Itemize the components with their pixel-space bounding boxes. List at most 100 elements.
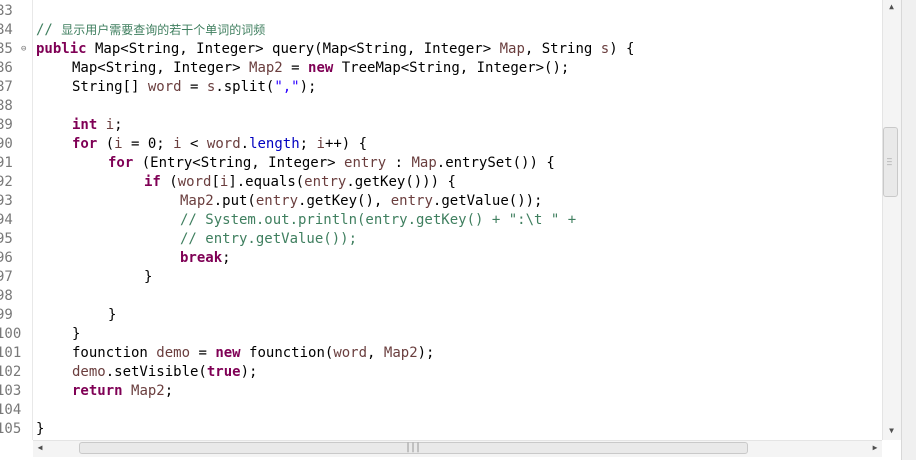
- code-token: }: [36, 421, 45, 437]
- code-token: //: [36, 22, 62, 38]
- code-line: if (word[i].equals(entry.getKey())) {: [144, 173, 456, 192]
- code-line: for (i = 0; i < word.length; i++) {: [72, 135, 367, 154]
- code-token: word: [206, 136, 241, 152]
- code-token: Map2: [180, 193, 214, 209]
- code-token: Map<String, Integer> query(Map<String, I…: [86, 41, 500, 57]
- scroll-down-arrow-icon[interactable]: ▼: [884, 424, 899, 438]
- line-number: 104: [0, 402, 22, 418]
- code-token: Map<String, Integer>: [72, 60, 250, 76]
- gutter-divider: [32, 0, 33, 440]
- code-token: }: [72, 326, 81, 342]
- code-token: ;: [164, 383, 174, 399]
- code-text-area[interactable]: // 显示用户需要查询的若干个单词的词频 public Map<String, I…: [36, 0, 882, 440]
- code-token: String[]: [72, 79, 148, 95]
- code-token: );: [417, 345, 435, 361]
- code-token: , String: [524, 41, 601, 57]
- vertical-scrollbar-track[interactable]: [882, 0, 901, 440]
- fold-collapse-icon[interactable]: ⊖: [21, 40, 28, 59]
- code-token: for: [72, 136, 98, 152]
- code-token: ,: [367, 345, 384, 361]
- line-number: 101: [0, 345, 22, 361]
- code-token: new: [215, 345, 241, 361]
- code-line: Map2.put(entry.getKey(), entry.getValue(…: [180, 192, 542, 211]
- code-token: i: [114, 136, 123, 152]
- code-token: =: [190, 345, 216, 361]
- code-token: ;: [299, 136, 317, 152]
- line-number: 84: [0, 22, 13, 38]
- code-token: 显示用户需要查询的若干个单词的词频: [61, 23, 266, 37]
- code-token: i: [173, 136, 182, 152]
- code-token: .put(: [213, 193, 256, 209]
- code-token: // entry.getValue());: [180, 231, 358, 247]
- code-line: }: [144, 268, 152, 287]
- code-token: if: [144, 174, 161, 190]
- line-number: 93: [0, 193, 13, 209]
- code-token: word: [147, 79, 182, 95]
- scroll-left-arrow-icon[interactable]: ◀: [33, 440, 47, 456]
- code-token: word: [177, 174, 212, 190]
- code-token: (: [160, 174, 178, 190]
- scroll-right-arrow-icon[interactable]: ▶: [868, 440, 882, 456]
- line-number: 87: [0, 79, 13, 95]
- code-token: true: [206, 364, 241, 380]
- code-token: [: [211, 174, 220, 190]
- code-line: // System.out.println(entry.getKey() + "…: [180, 211, 576, 230]
- code-editor[interactable]: 83 84 85 86 87 88 89 90 91 92 93 94 95 96 97 98 99 100 101…: [0, 0, 916, 460]
- code-token: ;: [114, 117, 123, 133]
- code-line: break;: [180, 249, 231, 268]
- code-token: demo: [156, 345, 191, 361]
- code-token: Map2: [249, 60, 283, 76]
- code-token: break: [180, 250, 223, 266]
- code-line: }: [108, 306, 116, 325]
- code-token: :: [386, 155, 412, 171]
- code-token: }: [144, 269, 153, 285]
- code-line: demo.setVisible(true);: [72, 363, 257, 382]
- code-token: ].equals(: [228, 174, 305, 190]
- code-token: .getKey())) {: [346, 174, 456, 190]
- scroll-up-arrow-icon[interactable]: ▲: [884, 0, 899, 14]
- code-token: }: [108, 307, 117, 323]
- code-token: .: [240, 136, 250, 152]
- code-token: entry: [390, 193, 433, 209]
- line-number: 102: [0, 364, 22, 380]
- line-number: 100: [0, 326, 22, 342]
- line-number: 92: [0, 174, 13, 190]
- code-line: // entry.getValue());: [180, 230, 357, 249]
- code-line: return Map2;: [72, 382, 173, 401]
- code-token: for: [108, 155, 134, 171]
- horizontal-thumb-grip-icon: |||: [405, 442, 421, 453]
- code-line: }: [36, 420, 44, 439]
- code-token: =: [282, 60, 309, 76]
- code-token: word: [333, 345, 368, 361]
- code-line: // 显示用户需要查询的若干个单词的词频: [36, 21, 265, 40]
- code-token: Map2: [131, 383, 165, 399]
- code-token: Map2: [383, 345, 418, 361]
- code-token: ++) {: [324, 136, 368, 152]
- code-token: entry: [344, 155, 387, 171]
- line-number: 89: [0, 117, 13, 133]
- code-token: public: [36, 41, 87, 57]
- code-token: TreeMap<String, Integer>();: [333, 60, 570, 76]
- line-number: 83: [0, 3, 13, 19]
- code-token: founction(: [240, 345, 334, 361]
- line-number: 96: [0, 250, 13, 266]
- code-line: int i;: [72, 116, 123, 135]
- line-number: 103: [0, 383, 22, 399]
- code-token: ",": [274, 79, 300, 95]
- code-token: .entrySet()) {: [436, 155, 555, 171]
- code-token: i: [105, 117, 115, 133]
- line-number: 95: [0, 231, 13, 247]
- code-token: .split(: [215, 79, 275, 95]
- line-number: 99: [0, 307, 13, 323]
- line-number: 97: [0, 269, 13, 285]
- code-line: for (Entry<String, Integer> entry : Map.…: [108, 154, 555, 173]
- code-token: Map: [411, 155, 437, 171]
- code-token: length: [249, 136, 300, 152]
- code-token: new: [308, 60, 334, 76]
- code-token: ) {: [609, 41, 635, 57]
- code-token: i: [316, 136, 325, 152]
- code-line: founction demo = new founction(word, Map…: [72, 344, 434, 363]
- code-token: Map: [499, 41, 525, 57]
